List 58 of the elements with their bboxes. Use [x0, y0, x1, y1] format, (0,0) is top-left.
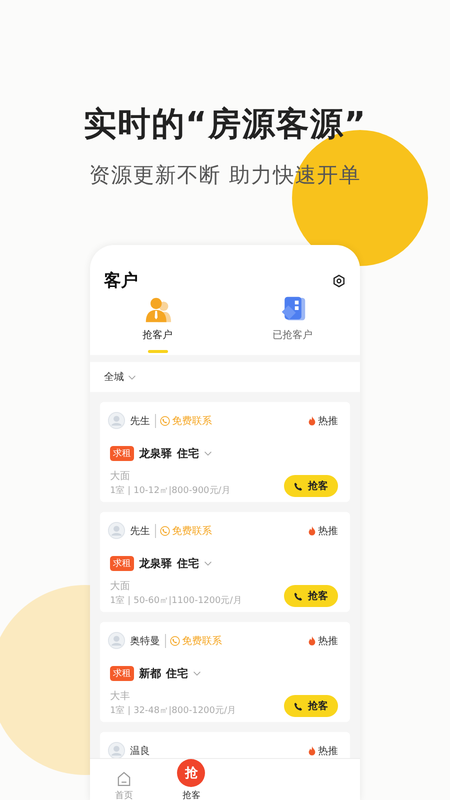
phone-icon [160, 416, 170, 426]
rent-tag: 求租 [110, 666, 134, 681]
listing-type: 住宅 [177, 446, 199, 461]
tab[interactable]: 已抢客户 [225, 296, 360, 353]
grab-icon: 抢 [177, 759, 206, 787]
listing-type: 住宅 [177, 556, 199, 571]
chevron-down-icon [204, 561, 212, 566]
rent-tag: 求租 [110, 446, 134, 461]
fire-icon [308, 416, 316, 426]
customer-card[interactable]: 奥特曼 免费联系 热推 求租 新都 住宅 大丰 1室 | 32-48㎡|800-1200元/月 抢客 [100, 622, 350, 722]
settings-icon [332, 274, 346, 288]
customer-name: 奥特曼 [130, 634, 160, 648]
listing-title: 龙泉驿 [139, 556, 172, 571]
area-text: 大面 [109, 470, 131, 483]
chevron-down-icon [204, 451, 212, 456]
grab-button[interactable]: 抢客 [284, 585, 338, 607]
customer-name: 先生 [130, 524, 150, 538]
fire-icon [308, 636, 316, 646]
listing-details: 1室 | 32-48㎡|800-1200元/月 [110, 704, 236, 716]
avatar-icon [108, 412, 125, 429]
customer-name: 温良 [130, 744, 150, 758]
fire-icon [308, 746, 316, 756]
customer-card[interactable]: 先生 免费联系 热推 求租 龙泉驿 住宅 大面 1室 | 50-60㎡|1100-1200元/月 抢客 [100, 512, 350, 612]
subheadline: 资源更新不断 助力快速开单 [89, 162, 361, 189]
listing-title: 龙泉驿 [139, 446, 172, 461]
nav-tab[interactable]: 抢 抢客 [158, 759, 225, 800]
home-icon [116, 771, 132, 787]
hot-label: 热推 [318, 744, 338, 758]
phone-icon [294, 592, 303, 600]
phone-icon [294, 482, 303, 490]
avatar-icon [108, 632, 125, 649]
hot-label: 热推 [318, 414, 338, 428]
fire-icon [308, 526, 316, 536]
avatar-icon [108, 522, 125, 539]
phone-icon [294, 702, 303, 710]
rent-tag: 求租 [110, 556, 134, 571]
grab-button[interactable]: 抢客 [284, 695, 338, 717]
chevron-down-icon [193, 671, 201, 676]
grab-button[interactable]: 抢客 [284, 475, 338, 497]
chevron-down-icon [128, 374, 136, 380]
hot-label: 热推 [318, 524, 338, 538]
phone-icon [170, 636, 180, 646]
listing-type: 住宅 [166, 666, 188, 681]
area-text: 大面 [109, 580, 131, 593]
listing-title: 新都 [139, 666, 161, 681]
screen-title: 客户 [104, 270, 138, 292]
phone-icon [160, 526, 170, 536]
filter-dropdown[interactable]: 全城 [90, 362, 360, 392]
customer-card[interactable]: 先生 免费联系 热推 求租 龙泉驿 住宅 大面 1室 | 10-12㎡|800-900元/月 抢客 [100, 402, 350, 502]
hot-label: 热推 [318, 634, 338, 648]
listing-details: 1室 | 50-60㎡|1100-1200元/月 [110, 594, 242, 606]
customer-name: 先生 [130, 414, 150, 428]
area-text: 大丰 [109, 690, 131, 703]
tab[interactable]: 抢客户 [90, 296, 225, 353]
customer-card[interactable]: 温良 热推 [100, 732, 350, 758]
headline: 实时的“房源客源” [83, 103, 367, 145]
person-icon [144, 296, 172, 324]
listing-details: 1室 | 10-12㎡|800-900元/月 [110, 484, 230, 496]
